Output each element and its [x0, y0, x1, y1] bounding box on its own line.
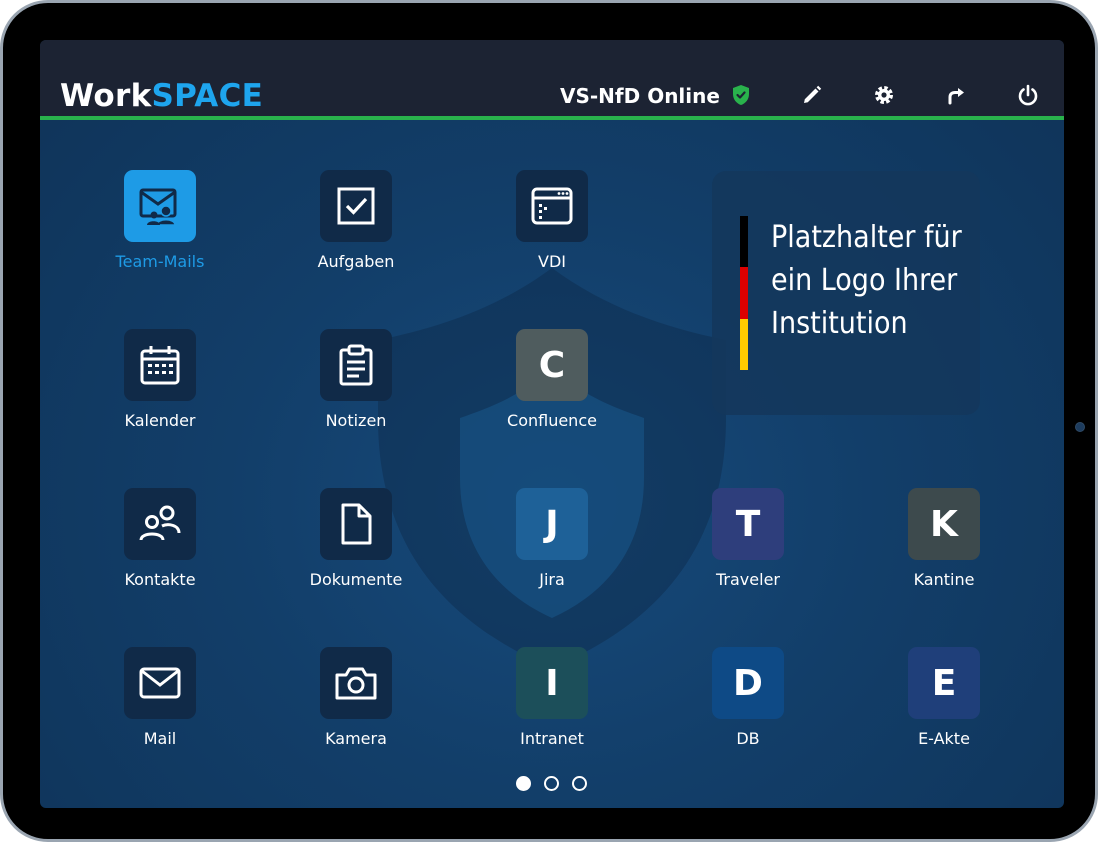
- app-notizen[interactable]: Notizen: [286, 329, 426, 439]
- redo-icon[interactable]: [943, 82, 969, 108]
- contacts-icon: [139, 505, 181, 541]
- power-icon[interactable]: [1015, 82, 1041, 108]
- page-dot-2[interactable]: [544, 776, 559, 791]
- tile-kamera: [320, 647, 392, 719]
- app-aufgaben[interactable]: Aufgaben: [286, 170, 426, 280]
- app-kalender[interactable]: Kalender: [90, 329, 230, 439]
- label-intranet: Intranet: [520, 729, 584, 748]
- checkbox-icon: [337, 187, 375, 225]
- e-akte-letter: E: [931, 662, 957, 704]
- tile-dokumente: [320, 488, 392, 560]
- label-db: DB: [736, 729, 760, 748]
- label-vdi: VDI: [538, 252, 566, 271]
- team-mail-icon: [139, 188, 177, 226]
- app-logo: WorkSPACE: [60, 78, 263, 114]
- app-e-akte[interactable]: E E-Akte: [874, 647, 1014, 757]
- label-team-mails: Team-Mails: [115, 252, 205, 271]
- app-traveler[interactable]: T Traveler: [678, 488, 818, 598]
- tile-e-akte: E: [908, 647, 980, 719]
- app-jira[interactable]: J Jira: [482, 488, 622, 598]
- label-confluence: Confluence: [507, 411, 597, 430]
- app-mail[interactable]: Mail: [90, 647, 230, 757]
- brand-space: SPACE: [151, 78, 264, 114]
- app-dokumente[interactable]: Dokumente: [286, 488, 426, 598]
- traveler-letter: T: [735, 503, 761, 545]
- logo-placeholder: Platzhalter für ein Logo Ihrer Instituti…: [712, 171, 980, 415]
- label-kantine: Kantine: [913, 570, 975, 589]
- app-intranet[interactable]: I Intranet: [482, 647, 622, 757]
- shield-check-icon: [728, 82, 754, 108]
- db-letter: D: [733, 662, 763, 704]
- top-bar: WorkSPACE VS-NfD Online: [40, 40, 1064, 120]
- label-kamera: Kamera: [325, 729, 387, 748]
- envelope-icon: [139, 667, 181, 699]
- gear-icon[interactable]: [871, 82, 897, 108]
- calendar-icon: [140, 346, 180, 385]
- jira-letter: J: [545, 503, 559, 545]
- tile-aufgaben: [320, 170, 392, 242]
- document-icon: [341, 503, 372, 545]
- kantine-letter: K: [930, 503, 958, 545]
- app-kantine[interactable]: K Kantine: [874, 488, 1014, 598]
- app-vdi[interactable]: VDI: [482, 170, 622, 280]
- tile-kantine: K: [908, 488, 980, 560]
- label-traveler: Traveler: [716, 570, 780, 589]
- tile-kalender: [124, 329, 196, 401]
- header-divider: [40, 116, 1064, 120]
- logo-placeholder-text: Platzhalter für ein Logo Ihrer Instituti…: [771, 220, 962, 341]
- label-notizen: Notizen: [325, 411, 387, 430]
- page-dot-3[interactable]: [572, 776, 587, 791]
- tile-traveler: T: [712, 488, 784, 560]
- german-flag-bar: [740, 216, 748, 370]
- intranet-letter: I: [545, 662, 559, 704]
- tablet-frame: WorkSPACE VS-NfD Online Team-Mails Aufga…: [0, 0, 1098, 842]
- app-team-mails[interactable]: Team-Mails: [90, 170, 230, 280]
- tile-kontakte: [124, 488, 196, 560]
- label-aufgaben: Aufgaben: [317, 252, 395, 271]
- label-dokumente: Dokumente: [309, 570, 403, 589]
- shield-watermark-icon: [378, 268, 726, 668]
- pencil-icon[interactable]: [799, 82, 825, 108]
- camera-dot: [1075, 422, 1085, 432]
- tile-notizen: [320, 329, 392, 401]
- tile-team-mails: [124, 170, 196, 242]
- home-screen: WorkSPACE VS-NfD Online Team-Mails Aufga…: [40, 40, 1064, 808]
- connection-status: VS-NfD Online: [560, 84, 720, 108]
- tile-confluence: C: [516, 329, 588, 401]
- tile-intranet: I: [516, 647, 588, 719]
- app-db[interactable]: D DB: [678, 647, 818, 757]
- tile-db: D: [712, 647, 784, 719]
- clipboard-icon: [339, 344, 373, 386]
- label-e-akte: E-Akte: [918, 729, 970, 748]
- page-dot-1[interactable]: [516, 776, 531, 791]
- label-kalender: Kalender: [124, 411, 196, 430]
- confluence-letter: C: [538, 344, 566, 386]
- tile-vdi: [516, 170, 588, 242]
- brand-work: Work: [60, 78, 152, 114]
- app-kamera[interactable]: Kamera: [286, 647, 426, 757]
- tile-mail: [124, 647, 196, 719]
- camera-icon: [335, 667, 377, 700]
- label-jira: Jira: [539, 570, 565, 589]
- app-kontakte[interactable]: Kontakte: [90, 488, 230, 598]
- window-icon: [531, 187, 573, 225]
- page-indicator: [516, 776, 596, 792]
- label-kontakte: Kontakte: [124, 570, 196, 589]
- app-confluence[interactable]: C Confluence: [482, 329, 622, 439]
- tile-jira: J: [516, 488, 588, 560]
- label-mail: Mail: [143, 729, 177, 748]
